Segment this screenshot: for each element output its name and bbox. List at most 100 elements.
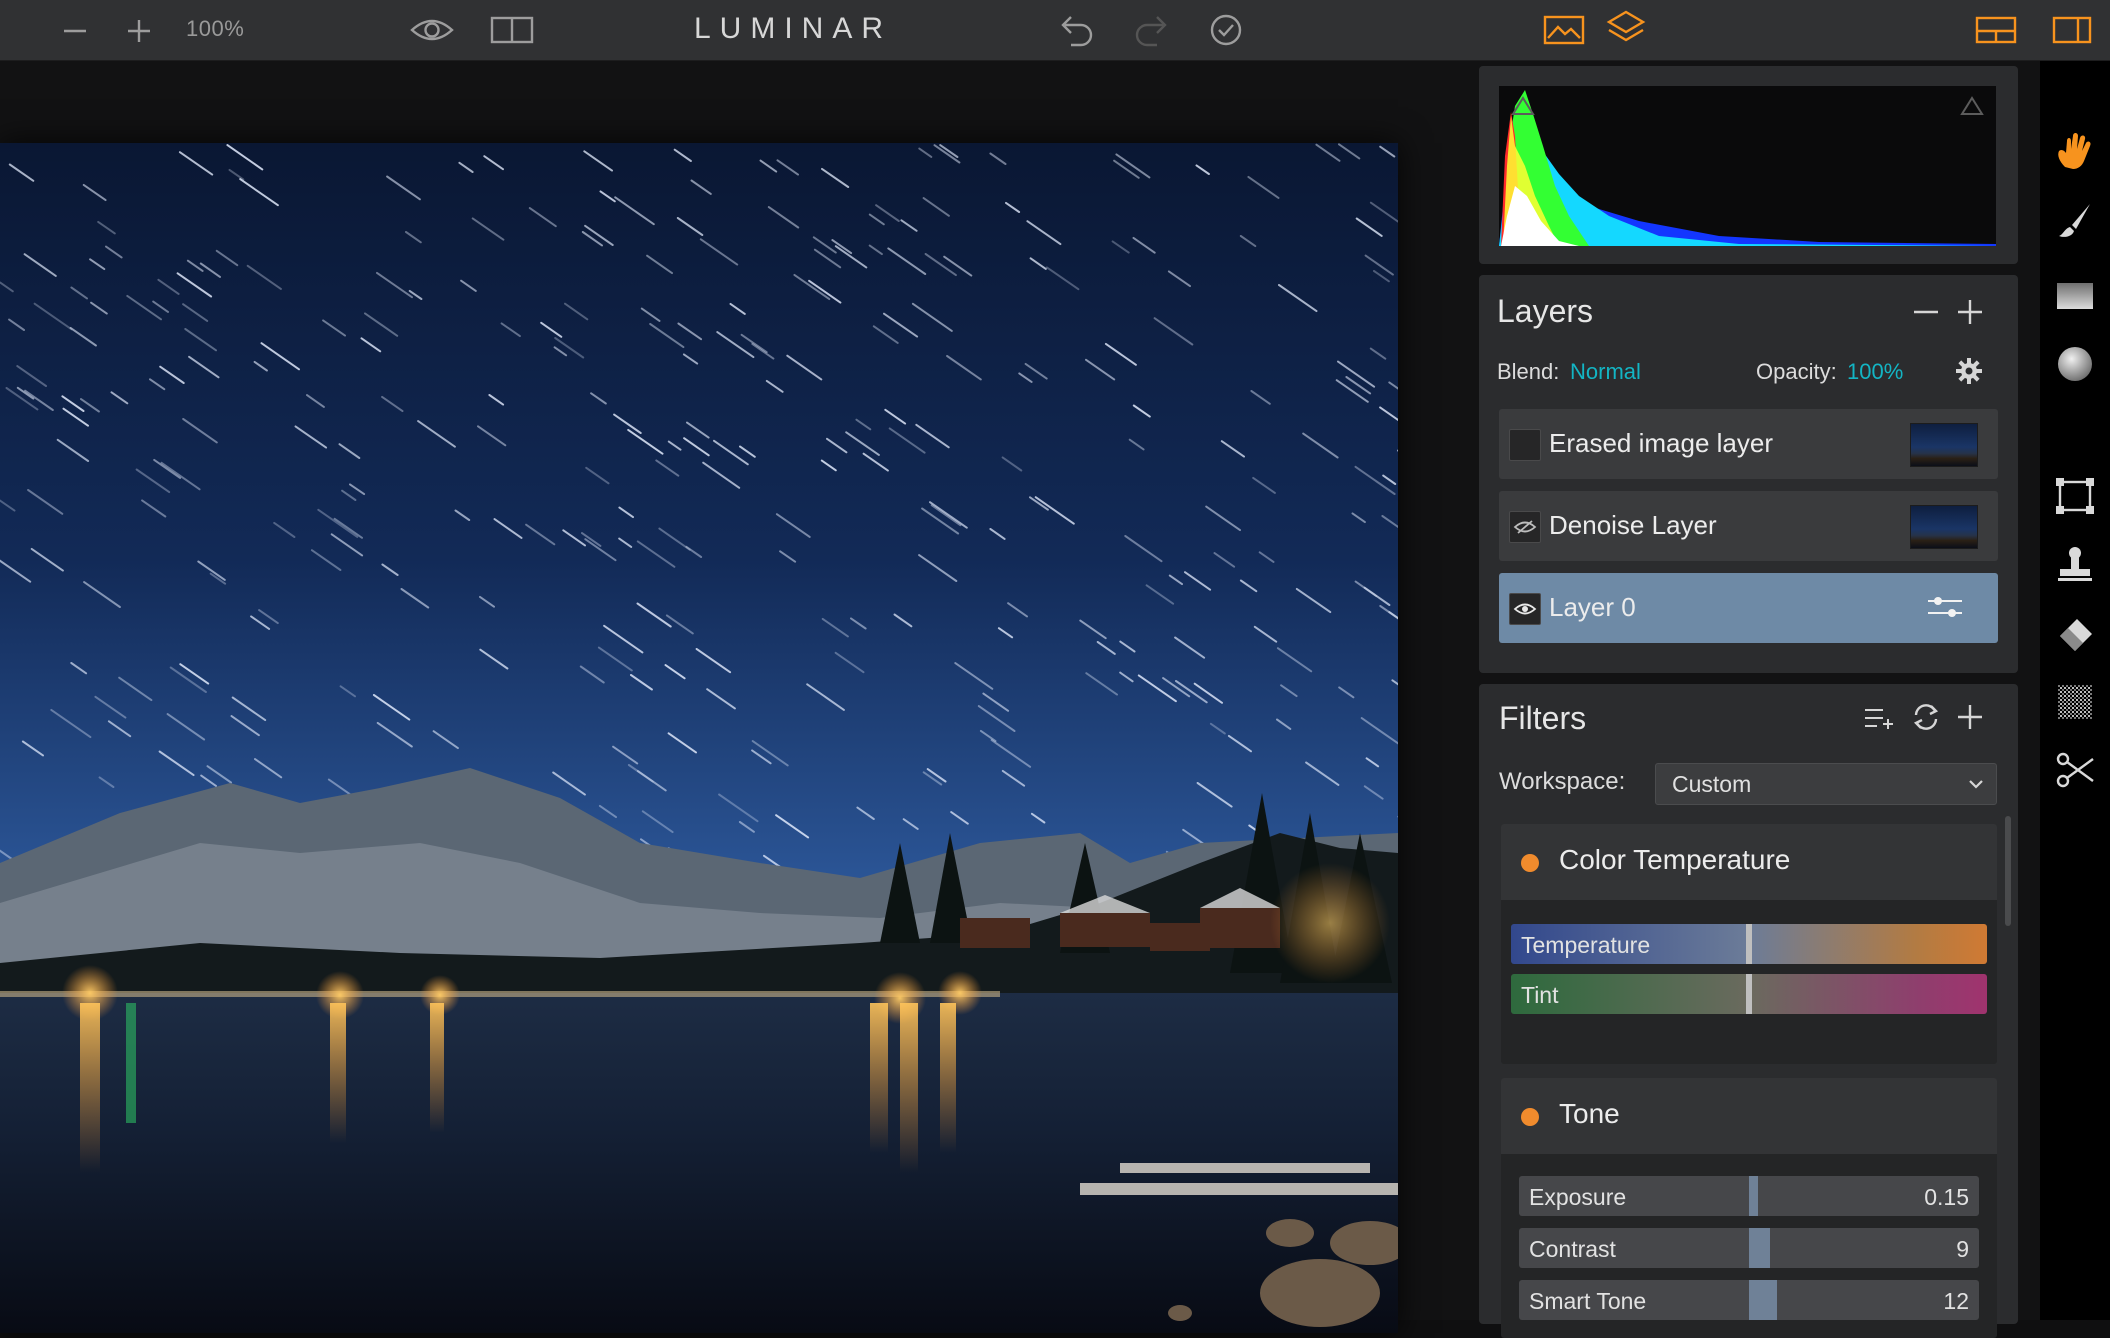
minus-icon <box>1914 310 1938 314</box>
brush-icon <box>2059 204 2090 237</box>
layer-row-selected[interactable]: Layer 0 <box>1499 573 1998 643</box>
layer-name: Layer 0 <box>1549 592 1636 622</box>
slider-label: Tint <box>1521 982 1559 1008</box>
list-add-icon <box>1865 709 1893 729</box>
undo-icon <box>1061 16 1093 47</box>
workspace-label: Workspace: <box>1499 768 1626 795</box>
slider-handle[interactable] <box>1746 924 1752 964</box>
layers-stack-icon <box>1606 10 1646 42</box>
highlight-clipping-icon[interactable] <box>1960 96 1984 116</box>
slider-label: Smart Tone <box>1529 1288 1647 1314</box>
crop-tool[interactable] <box>2052 473 2098 519</box>
chevron-down-icon <box>1969 780 1983 789</box>
contrast-slider[interactable]: Contrast 9 <box>1519 1228 1979 1268</box>
gradient-tool[interactable] <box>2052 273 2098 319</box>
filter-name: Tone <box>1559 1098 1620 1129</box>
opacity-label: Opacity: <box>1756 359 1837 384</box>
photo-preview[interactable] <box>0 143 1398 1333</box>
panel-layout-button[interactable] <box>1972 12 2020 48</box>
add-filter-button[interactable] <box>1955 702 1985 732</box>
radial-icon <box>2058 347 2092 381</box>
eraser-icon <box>2060 619 2092 651</box>
layers-panel: Layers Blend: Normal Opacity: 100% Erase… <box>1479 275 2018 673</box>
workspace-dropdown[interactable]: Custom <box>1655 763 1997 805</box>
layer-row[interactable]: Denoise Layer <box>1499 491 1998 561</box>
add-to-favorites-button[interactable] <box>1863 704 1897 734</box>
slider-value[interactable]: 9 <box>1956 1236 1969 1263</box>
brush-tool[interactable] <box>2052 197 2098 243</box>
filter-header[interactable]: Tone <box>1501 1078 1997 1154</box>
history-button[interactable] <box>1204 10 1248 50</box>
eye-hidden-icon <box>1513 520 1537 534</box>
filter-header[interactable]: Color Temperature <box>1501 824 1997 900</box>
layer-settings-button[interactable] <box>1955 357 1985 387</box>
sidebar-toggle-button[interactable] <box>2048 12 2096 48</box>
histogram-panel <box>1479 66 2018 264</box>
refresh-icon <box>1913 704 1939 730</box>
tool-strip <box>2040 61 2110 1320</box>
layer-visibility-toggle[interactable] <box>1509 429 1541 461</box>
hand-icon <box>2058 133 2091 169</box>
eraser-tool[interactable] <box>2052 611 2098 657</box>
redo-icon <box>1135 16 1167 47</box>
filter-enabled-dot[interactable] <box>1521 854 1539 872</box>
reset-filters-button[interactable] <box>1911 702 1945 734</box>
blend-label: Blend: <box>1497 359 1560 384</box>
blend-mode-dropdown[interactable]: Normal <box>1570 359 1641 385</box>
check-circle-icon <box>1210 14 1242 46</box>
layers-view-button[interactable] <box>1602 6 1650 52</box>
smart-tone-slider[interactable]: Smart Tone 12 <box>1519 1280 1979 1320</box>
layer-adjust-button[interactable] <box>1926 593 1966 623</box>
plus-icon <box>1958 300 1982 324</box>
shadow-clipping-icon[interactable] <box>1511 96 1535 116</box>
tint-slider[interactable]: Tint <box>1511 974 1987 1014</box>
right-sidebar-icon <box>2052 16 2092 44</box>
layer-visibility-toggle[interactable] <box>1509 511 1541 543</box>
image-canvas[interactable] <box>0 61 1475 1333</box>
noise-tool[interactable] <box>2052 679 2098 725</box>
clone-stamp-icon <box>2058 547 2092 581</box>
layer-thumbnail <box>1910 505 1978 549</box>
slider-fill <box>1749 1280 1777 1320</box>
gradient-icon <box>2057 283 2093 309</box>
filter-color-temperature: Color Temperature Temperature Tint <box>1501 824 1997 1064</box>
app-title: LUMINAR <box>693 12 892 45</box>
bottom-panel-icon <box>1975 16 2017 44</box>
slider-value[interactable]: 12 <box>1943 1288 1969 1315</box>
undo-button[interactable] <box>1054 10 1098 50</box>
slider-fill <box>1749 1228 1770 1268</box>
filters-panel: Filters Workspace: Custom Color Temperat… <box>1479 684 2018 1338</box>
slider-label: Temperature <box>1521 932 1651 958</box>
temperature-slider[interactable]: Temperature <box>1511 924 1987 964</box>
scissors-tool[interactable] <box>2052 747 2098 793</box>
sliders-icon <box>1928 597 1962 617</box>
filter-enabled-dot[interactable] <box>1521 1108 1539 1126</box>
slider-handle[interactable] <box>1746 974 1752 1014</box>
top-toolbar: 100% LUMINAR <box>0 0 2110 61</box>
eye-icon <box>1513 603 1537 615</box>
workspace-selected-value: Custom <box>1672 771 1752 797</box>
plus-icon <box>1958 705 1982 729</box>
opacity-value[interactable]: 100% <box>1847 359 1903 385</box>
remove-layer-button[interactable] <box>1911 297 1941 327</box>
radial-tool[interactable] <box>2052 341 2098 387</box>
histogram <box>1499 86 1996 246</box>
slider-label: Exposure <box>1529 1184 1627 1210</box>
layer-row[interactable]: Erased image layer <box>1499 409 1998 479</box>
exposure-slider[interactable]: Exposure 0.15 <box>1519 1176 1979 1216</box>
add-layer-button[interactable] <box>1955 297 1985 327</box>
layer-name: Denoise Layer <box>1549 510 1717 540</box>
redo-button[interactable] <box>1130 10 1174 50</box>
crop-icon <box>2056 478 2094 514</box>
histogram-graph <box>1499 90 1996 246</box>
image-view-button[interactable] <box>1540 10 1588 50</box>
layer-visibility-toggle[interactable] <box>1509 593 1541 625</box>
filters-scrollbar[interactable] <box>2005 816 2011 926</box>
layer-name: Erased image layer <box>1549 428 1773 458</box>
slider-label: Contrast <box>1529 1236 1616 1262</box>
right-panel: Layers Blend: Normal Opacity: 100% Erase… <box>1475 61 2040 1338</box>
slider-value[interactable]: 0.15 <box>1924 1184 1969 1211</box>
layers-title: Layers <box>1497 293 1594 329</box>
hand-tool[interactable] <box>2052 129 2098 175</box>
clone-stamp-tool[interactable] <box>2052 541 2098 587</box>
